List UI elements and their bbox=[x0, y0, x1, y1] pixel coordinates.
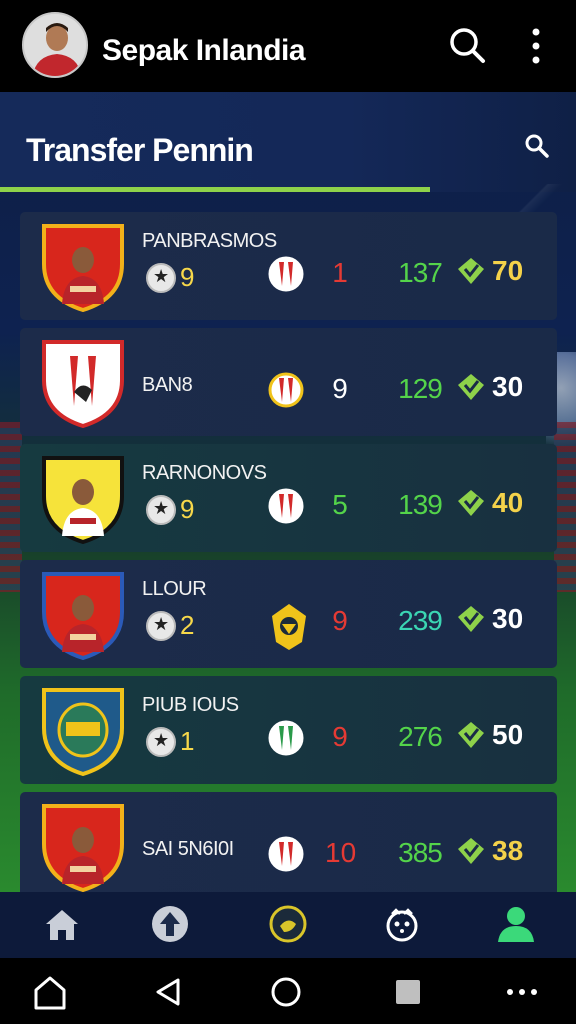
score-value: 139 bbox=[398, 489, 443, 520]
diamond-icon bbox=[456, 836, 486, 866]
bottom-navigation bbox=[0, 892, 576, 958]
goals-value: 1 bbox=[332, 257, 348, 288]
search-icon[interactable] bbox=[522, 132, 552, 162]
player-rating: 9 bbox=[146, 262, 194, 293]
section-title: Transfer Pennin bbox=[26, 132, 254, 168]
stadium-crowd-right bbox=[554, 422, 576, 592]
rating-value: 9 bbox=[180, 494, 195, 524]
team-crest bbox=[40, 684, 126, 777]
diamond-icon bbox=[456, 604, 486, 634]
more-vertical-icon[interactable] bbox=[526, 26, 546, 66]
player-name: BAN8 bbox=[142, 374, 193, 396]
transfer-value: 70 bbox=[492, 255, 524, 286]
ball-icon bbox=[146, 610, 176, 641]
transfer-value: 30 bbox=[492, 603, 524, 634]
transfer-value: 38 bbox=[492, 835, 524, 866]
goals-value: 9 bbox=[332, 605, 348, 636]
transfer-value: 40 bbox=[492, 487, 524, 518]
team-crest bbox=[40, 220, 126, 313]
team-crest bbox=[40, 336, 126, 429]
player-name: LLOUR bbox=[142, 578, 207, 600]
stats-icon[interactable] bbox=[380, 902, 424, 946]
score-value: 137 bbox=[398, 257, 443, 288]
rating-value: 1 bbox=[180, 726, 195, 756]
club-badge-icon bbox=[268, 370, 304, 410]
score-value: 276 bbox=[398, 721, 443, 752]
club-badge-icon bbox=[268, 254, 304, 294]
player-row[interactable]: PANBRASMOS 9 1 137 70 bbox=[20, 212, 557, 320]
circle-icon[interactable] bbox=[268, 974, 304, 1010]
goals-value: 9 bbox=[332, 373, 348, 404]
stadium-crowd-left bbox=[0, 422, 22, 592]
ball-icon bbox=[146, 726, 176, 757]
diamond-icon bbox=[456, 256, 486, 286]
team-crest bbox=[40, 568, 126, 661]
player-rating: 2 bbox=[146, 610, 194, 641]
home-outline-icon[interactable] bbox=[32, 974, 68, 1010]
player-row[interactable]: RARNONOVS 9 5 139 40 bbox=[20, 444, 557, 552]
avatar-picture bbox=[24, 14, 86, 76]
club-badge-icon bbox=[268, 486, 304, 526]
profile-icon[interactable] bbox=[494, 902, 538, 946]
player-row[interactable]: PIUB IOUS 1 9 276 50 bbox=[20, 676, 557, 784]
club-badge-icon bbox=[268, 602, 306, 650]
club-badge-icon bbox=[268, 834, 304, 874]
diamond-icon bbox=[456, 720, 486, 750]
app-top-bar: Sepak Inlandia bbox=[0, 0, 576, 92]
player-name: RARNONOVS bbox=[142, 462, 267, 484]
team-crest bbox=[40, 800, 126, 893]
rating-value: 9 bbox=[180, 262, 195, 292]
player-row[interactable]: LLOUR 2 9 239 30 bbox=[20, 560, 557, 668]
transfer-list: PANBRASMOS9113770 BAN8912930 RARNONOVS95… bbox=[20, 212, 557, 908]
player-row[interactable]: SAI 5N6I0I 10 385 38 bbox=[20, 792, 557, 900]
score-value: 385 bbox=[398, 837, 443, 868]
diamond-icon bbox=[456, 488, 486, 518]
score-value: 239 bbox=[398, 605, 443, 636]
square-icon[interactable] bbox=[390, 974, 426, 1010]
goals-value: 5 bbox=[332, 489, 348, 520]
avatar[interactable] bbox=[22, 12, 88, 78]
section-underline bbox=[0, 187, 430, 192]
transfer-value: 50 bbox=[492, 719, 524, 750]
upload-icon[interactable] bbox=[148, 902, 192, 946]
score-value: 129 bbox=[398, 373, 443, 404]
goals-value: 9 bbox=[332, 721, 348, 752]
goals-value: 10 bbox=[325, 837, 357, 868]
team-crest bbox=[40, 452, 126, 545]
ball-icon bbox=[146, 262, 176, 293]
player-name: SAI 5N6I0I bbox=[142, 838, 234, 860]
section-header: Transfer Pennin bbox=[0, 92, 576, 284]
club-badge-icon bbox=[268, 718, 304, 758]
rating-value: 2 bbox=[180, 610, 195, 640]
app-title: Sepak Inlandia bbox=[102, 34, 306, 67]
search-icon[interactable] bbox=[447, 25, 487, 65]
diamond-icon bbox=[456, 372, 486, 402]
player-rating: 1 bbox=[146, 726, 194, 757]
home-icon[interactable] bbox=[40, 902, 84, 946]
back-icon[interactable] bbox=[150, 974, 186, 1010]
player-row[interactable]: BAN8 9 129 30 bbox=[20, 328, 557, 436]
whistle-icon[interactable] bbox=[266, 902, 310, 946]
player-rating: 9 bbox=[146, 494, 194, 525]
dots-icon[interactable] bbox=[504, 974, 540, 1010]
transfer-value: 30 bbox=[492, 371, 524, 402]
system-navigation-bar bbox=[0, 958, 576, 1024]
player-name: PANBRASMOS bbox=[142, 230, 277, 252]
player-name: PIUB IOUS bbox=[142, 694, 239, 716]
ball-icon bbox=[146, 494, 176, 525]
